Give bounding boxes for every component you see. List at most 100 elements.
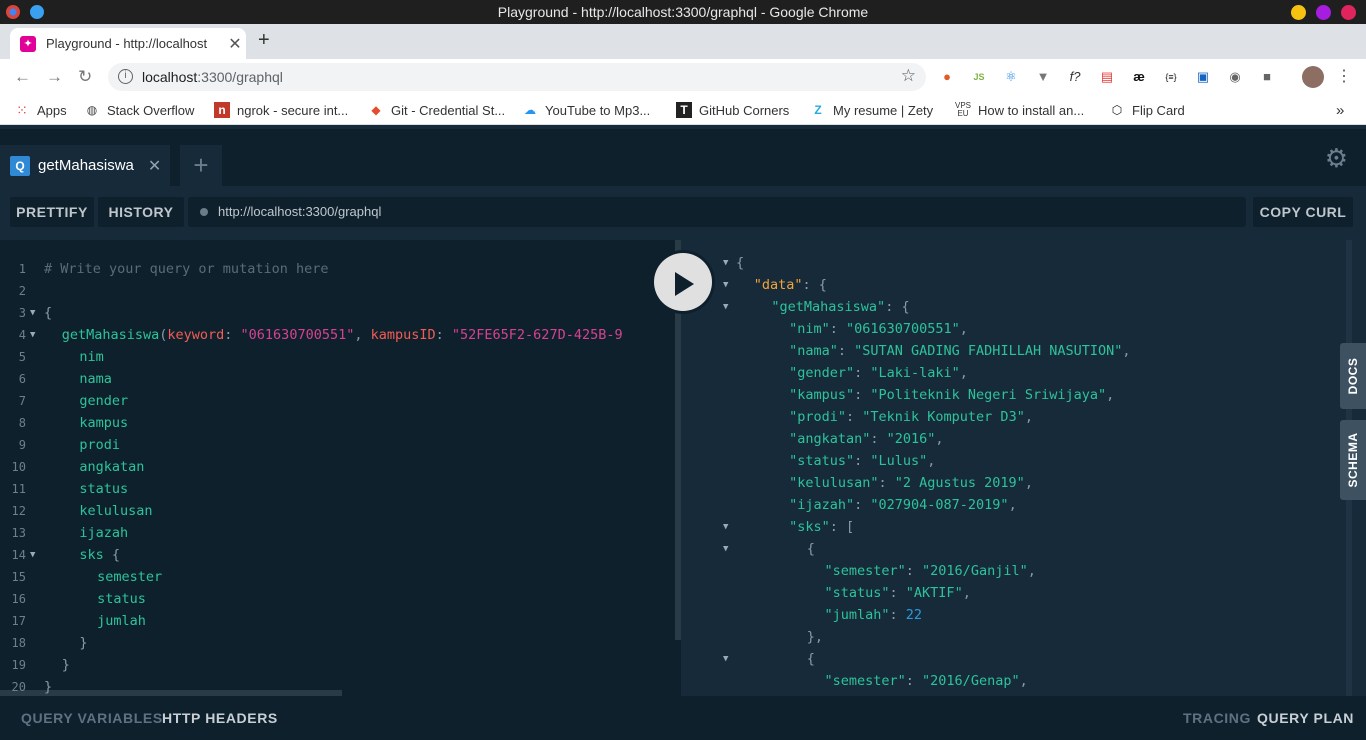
result-fold-icon[interactable]: ▼ (723, 296, 728, 318)
code-token: : [ (829, 519, 855, 535)
line-number: 7 (18, 394, 26, 408)
query-plan-tab[interactable]: QUERY PLAN (1257, 710, 1354, 726)
chrome-menu-icon[interactable]: ⋮ (1335, 68, 1353, 86)
code-token: "data" (753, 277, 803, 293)
code-token: , (1024, 409, 1033, 425)
prettify-button[interactable]: PRETTIFY (10, 197, 94, 227)
code-token: : (870, 431, 887, 447)
s-extension-icon[interactable]: ■ (1258, 68, 1276, 86)
minimize-button[interactable] (1291, 5, 1306, 20)
playground-tab-bar: Q getMahasiswa ✕ + ⚙ (0, 129, 1366, 186)
bookmark-apps[interactable]: ⁙ Apps (14, 102, 67, 118)
address-bar[interactable]: i localhost:3300/graphql ☆ (108, 63, 926, 91)
line-number: 1 (18, 262, 26, 276)
schema-tab[interactable]: SCHEMA (1340, 420, 1366, 500)
forward-icon[interactable]: → (46, 67, 63, 87)
settings-gear-icon[interactable]: ⚙ (1325, 143, 1348, 174)
bookmark-flip-card[interactable]: ⬡ Flip Card (1109, 102, 1185, 118)
profile-avatar[interactable] (1302, 66, 1324, 88)
result-line: }, (681, 626, 1331, 648)
fold-toggle-icon[interactable]: ▼ (30, 302, 35, 324)
address-host: localhost (142, 69, 198, 85)
bookmark-git[interactable]: ◆ Git - Credential St... (368, 102, 505, 118)
bookmark-youtube-mp3[interactable]: ☁ YouTube to Mp3... (522, 102, 650, 118)
docs-tab[interactable]: DOCS (1340, 343, 1366, 409)
playground-tab-getmahasiswa[interactable]: Q getMahasiswa ✕ (0, 145, 170, 186)
code-token: : (846, 409, 863, 425)
bookmark-install[interactable]: VPS EU How to install an... (955, 102, 1084, 118)
close-playground-tab-icon[interactable]: ✕ (148, 156, 161, 176)
calendar-extension-icon[interactable]: ▤ (1098, 68, 1116, 86)
reload-icon[interactable]: ↻ (78, 67, 92, 87)
code-token: "nim" (789, 321, 830, 337)
close-tab-icon[interactable]: ✕ (224, 34, 246, 54)
code-token: nim (79, 349, 104, 365)
ngrok-icon: n (214, 102, 230, 118)
briefcase-extension-icon[interactable]: ▣ (1194, 68, 1212, 86)
code-token: , (1106, 387, 1115, 403)
result-fold-icon[interactable]: ▼ (723, 252, 728, 274)
endpoint-input[interactable]: http://localhost:3300/graphql (188, 197, 1246, 227)
fold-toggle-icon[interactable]: ▼ (30, 544, 35, 566)
result-line: "semester": "2016/Genap", (681, 670, 1331, 692)
query-variables-tab[interactable]: QUERY VARIABLES (21, 710, 163, 726)
query-code: { (44, 302, 52, 324)
bookmark-github-corners[interactable]: T GitHub Corners (676, 102, 789, 118)
code-token: : (854, 387, 871, 403)
history-button[interactable]: HISTORY (98, 197, 184, 227)
copy-curl-button[interactable]: COPY CURL (1253, 197, 1353, 227)
code-token: "angkatan" (789, 431, 871, 447)
result-code: "nama": "SUTAN GADING FADHILLAH NASUTION… (789, 340, 1130, 362)
vue-devtools-icon[interactable]: ▼ (1034, 68, 1052, 86)
tracing-tab[interactable]: TRACING (1183, 710, 1251, 726)
bookmark-star-icon[interactable]: ☆ (901, 66, 916, 86)
result-fold-icon[interactable]: ▼ (723, 516, 728, 538)
browser-tab[interactable]: ✦ Playground - http://localhost ✕ (10, 28, 246, 59)
rust-extension-icon[interactable]: ● (938, 68, 956, 86)
json-extension-icon[interactable]: {≡} (1162, 68, 1180, 86)
query-editor[interactable]: 1 # Write your query or mutation here 2 3 ▼ {… (0, 240, 681, 696)
node-extension-icon[interactable]: JS (970, 68, 988, 86)
code-token: "status" (824, 585, 890, 601)
http-headers-tab[interactable]: HTTP HEADERS (162, 710, 278, 726)
result-fold-icon[interactable]: ▼ (723, 648, 728, 670)
bookmark-ngrok[interactable]: n ngrok - secure int... (214, 102, 348, 118)
result-line: ▼ "getMahasiswa": { (681, 296, 1331, 318)
zety-icon: Z (814, 103, 822, 117)
ae-extension-icon[interactable]: æ (1130, 68, 1148, 86)
bookmark-stack-overflow[interactable]: ◍ Stack Overflow (84, 102, 195, 118)
add-playground-tab-button[interactable]: + (180, 145, 222, 186)
code-token: getMahasiswa (61, 327, 160, 343)
maximize-button[interactable] (1316, 5, 1331, 20)
bookmark-label: My resume | Zety (833, 102, 934, 118)
bookmark-zety[interactable]: Z My resume | Zety (810, 102, 933, 118)
site-info-icon[interactable]: i (118, 69, 133, 84)
close-button[interactable] (1341, 5, 1356, 20)
fold-toggle-icon[interactable]: ▼ (30, 324, 35, 346)
execute-query-button[interactable] (651, 250, 715, 314)
code-token: keyword (167, 327, 225, 343)
result-code: "gender": "Laki-laki", (789, 362, 968, 384)
new-tab-button[interactable]: + (258, 29, 270, 52)
bookmark-label: YouTube to Mp3... (545, 102, 651, 118)
query-line: 3 ▼ { (0, 302, 670, 324)
query-code: nama (79, 368, 112, 390)
query-code: jumlah (97, 610, 146, 632)
function-extension-icon[interactable]: f? (1066, 68, 1084, 86)
result-fold-icon[interactable]: ▼ (723, 538, 728, 560)
query-code: nim (79, 346, 103, 368)
result-fold-icon[interactable]: ▼ (723, 274, 728, 296)
chat-extension-icon[interactable]: ◉ (1226, 68, 1244, 86)
react-devtools-icon[interactable]: ⚛ (1002, 68, 1020, 86)
result-line: "kelulusan": "2 Agustus 2019", (681, 472, 1331, 494)
query-code: sks { (79, 544, 120, 566)
code-token: "SUTAN GADING FADHILLAH NASUTION" (854, 343, 1123, 359)
bookmarks-overflow-icon[interactable]: » (1336, 102, 1344, 119)
result-viewer[interactable]: ▼{▼ "data": {▼ "getMahasiswa": {"nim": "06… (681, 240, 1366, 696)
query-line: 8 kampus (0, 412, 670, 434)
bookmark-label: How to install an... (978, 102, 1085, 118)
code-token: "sks" (789, 519, 830, 535)
back-icon[interactable]: ← (14, 67, 31, 87)
play-icon (675, 272, 694, 296)
code-token: { (806, 541, 815, 557)
